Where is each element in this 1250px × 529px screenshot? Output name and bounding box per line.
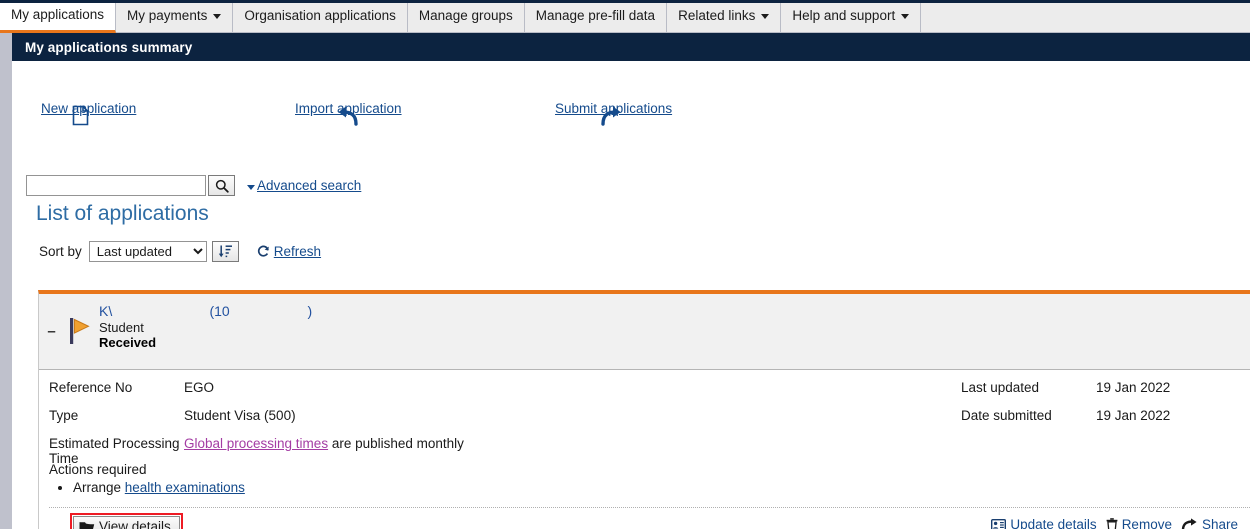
- chevron-down-icon: [901, 14, 909, 19]
- nav-tab-related-links[interactable]: Related links: [667, 0, 781, 32]
- chevron-down-icon: [761, 14, 769, 19]
- detail-label: Date submitted: [961, 408, 1096, 423]
- page-title: My applications summary: [25, 40, 192, 55]
- collapse-toggle[interactable]: –: [45, 328, 58, 336]
- page-body: My applications summary New application …: [0, 33, 1250, 529]
- nav-tab-help-and-support[interactable]: Help and support: [781, 0, 921, 32]
- flag-icon: [70, 318, 92, 344]
- application-card-body: Reference No EGO Type Student Visa (500)…: [39, 370, 1250, 529]
- actions-required-section: Actions required Arrange health examinat…: [49, 462, 245, 496]
- trash-icon: [1106, 518, 1118, 529]
- advanced-search-link[interactable]: Advanced search: [247, 178, 361, 193]
- search-input[interactable]: [26, 175, 206, 196]
- contact-card-icon: [991, 519, 1006, 529]
- nav-tab-my-applications[interactable]: My applications: [0, 0, 116, 33]
- remove-link[interactable]: Remove: [1106, 517, 1172, 529]
- application-card-footer-links: Update details Remove: [991, 517, 1238, 529]
- nav-tab-manage-pre-fill-data[interactable]: Manage pre-fill data: [525, 0, 667, 32]
- detail-label: Last updated: [961, 380, 1096, 395]
- detail-column-right: Last updated 19 Jan 2022 Date submitted …: [961, 380, 1250, 436]
- detail-value: EGO: [184, 380, 609, 395]
- update-details-link[interactable]: Update details: [991, 517, 1096, 529]
- processing-suffix: are published monthly: [328, 436, 464, 451]
- nav-tab-label: Related links: [678, 9, 755, 23]
- search-row: Advanced search: [26, 175, 361, 196]
- application-card-footer: View details: [49, 507, 1250, 529]
- share-arrow-icon: [1181, 518, 1198, 529]
- detail-value: 19 Jan 2022: [1096, 380, 1250, 395]
- submit-applications-link[interactable]: Submit applications: [555, 101, 672, 116]
- list-of-applications-title: List of applications: [36, 202, 209, 226]
- left-gutter: [0, 33, 12, 529]
- sort-by-select[interactable]: Last updated: [89, 241, 207, 262]
- nav-tab-label: Help and support: [792, 9, 895, 23]
- nav-tab-organisation-applications[interactable]: Organisation applications: [233, 0, 408, 32]
- update-details-label: Update details: [1010, 517, 1096, 529]
- sort-direction-button[interactable]: [212, 241, 239, 262]
- content-area: My applications summary New application …: [12, 33, 1250, 529]
- nav-tab-label: Organisation applications: [244, 9, 396, 23]
- import-application-link[interactable]: Import application: [295, 101, 402, 116]
- detail-value: Global processing times are published mo…: [184, 436, 609, 466]
- application-card-header: – K\ (10 ) Student Received: [39, 294, 1250, 370]
- refresh-link[interactable]: Refresh: [257, 244, 321, 259]
- global-processing-times-link[interactable]: Global processing times: [184, 436, 328, 451]
- search-button[interactable]: [208, 175, 235, 196]
- application-card-head-lines: K\ (10 ) Student Received: [99, 304, 312, 351]
- chevron-down-icon: [213, 14, 221, 19]
- search-icon: [215, 179, 229, 193]
- detail-row-type: Type Student Visa (500): [49, 408, 609, 423]
- detail-row-reference-no: Reference No EGO: [49, 380, 609, 395]
- list-item: Arrange health examinations: [73, 479, 245, 496]
- nav-tab-manage-groups[interactable]: Manage groups: [408, 0, 525, 32]
- quick-actions-row: New application Import application Submi…: [12, 61, 1250, 113]
- refresh-icon: [257, 245, 270, 258]
- remove-label: Remove: [1122, 517, 1172, 529]
- nav-tab-label: My payments: [127, 9, 207, 23]
- actions-required-heading: Actions required: [49, 462, 245, 477]
- detail-row-last-updated: Last updated 19 Jan 2022: [961, 380, 1250, 395]
- nav-tab-label: Manage pre-fill data: [536, 9, 655, 23]
- detail-row-date-submitted: Date submitted 19 Jan 2022: [961, 408, 1250, 423]
- advanced-search-label: Advanced search: [257, 178, 361, 193]
- nav-tab-label: My applications: [11, 8, 104, 22]
- view-details-button[interactable]: View details: [73, 516, 180, 529]
- sort-by-label: Sort by: [39, 244, 82, 259]
- health-examinations-link[interactable]: health examinations: [125, 480, 245, 495]
- action-item-prefix: Arrange: [73, 480, 125, 495]
- share-link[interactable]: Share: [1181, 517, 1238, 529]
- status-badge: Received: [99, 335, 312, 351]
- nav-tab-label: Manage groups: [419, 9, 513, 23]
- nav-tab-my-payments[interactable]: My payments: [116, 0, 233, 32]
- detail-value: 19 Jan 2022: [1096, 408, 1250, 423]
- main-navigation-bar: My applications My payments Organisation…: [0, 0, 1250, 33]
- detail-label: Type: [49, 408, 184, 423]
- application-subtitle: Student: [99, 320, 312, 336]
- actions-required-list: Arrange health examinations: [49, 479, 245, 496]
- application-card: – K\ (10 ) Student Received: [38, 290, 1250, 529]
- detail-label: Reference No: [49, 380, 184, 395]
- view-details-highlight: View details: [70, 513, 183, 529]
- panel-header: My applications summary: [12, 33, 1250, 61]
- chevron-down-icon: [247, 185, 255, 190]
- share-label: Share: [1202, 517, 1238, 529]
- detail-value: Student Visa (500): [184, 408, 609, 423]
- sort-descending-icon: [218, 244, 233, 259]
- applicant-title[interactable]: K\ (10 ): [99, 304, 312, 320]
- sort-row: Sort by Last updated Refr: [39, 241, 321, 262]
- new-application-link[interactable]: New application: [41, 101, 136, 116]
- refresh-label: Refresh: [274, 244, 321, 259]
